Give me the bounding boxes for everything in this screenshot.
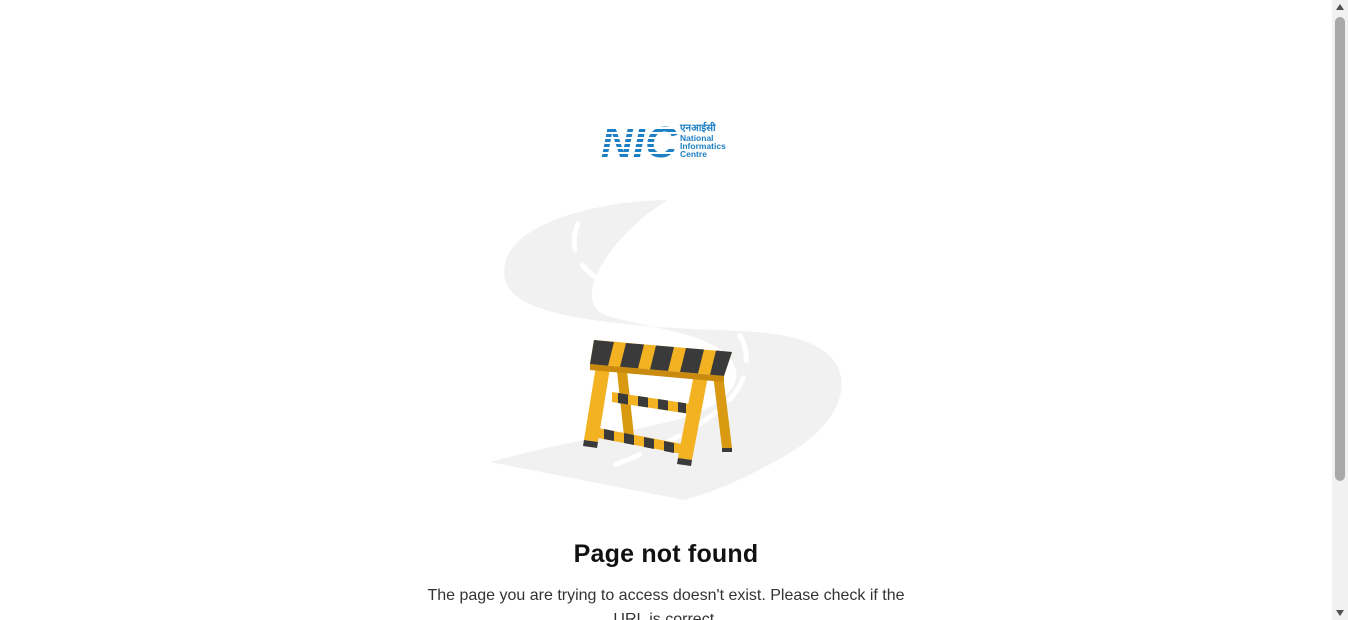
road-barrier-illustration [490, 200, 842, 500]
page-viewport: NIC एनआईसी National Informatics Centre [0, 0, 1332, 620]
scroll-up-arrow-icon[interactable] [1332, 0, 1348, 16]
scrollbar-thumb[interactable] [1335, 17, 1345, 481]
nic-logo-mark: NIC [601, 124, 678, 158]
scroll-down-arrow-icon[interactable] [1332, 604, 1348, 620]
page-title: Page not found [573, 540, 759, 568]
error-page: NIC एनआईसी National Informatics Centre [0, 0, 1348, 620]
error-message: The page you are trying to access doesn'… [427, 587, 905, 620]
barrier-leg-back-right-foot [722, 448, 732, 452]
nic-logo-text: एनआईसी National Informatics Centre [680, 123, 736, 158]
barrier-top-board [590, 340, 732, 382]
logo-line-centre: Centre [680, 149, 707, 159]
vertical-scrollbar[interactable] [1332, 0, 1348, 620]
nic-logo: NIC एनआईसी National Informatics Centre [600, 121, 734, 161]
